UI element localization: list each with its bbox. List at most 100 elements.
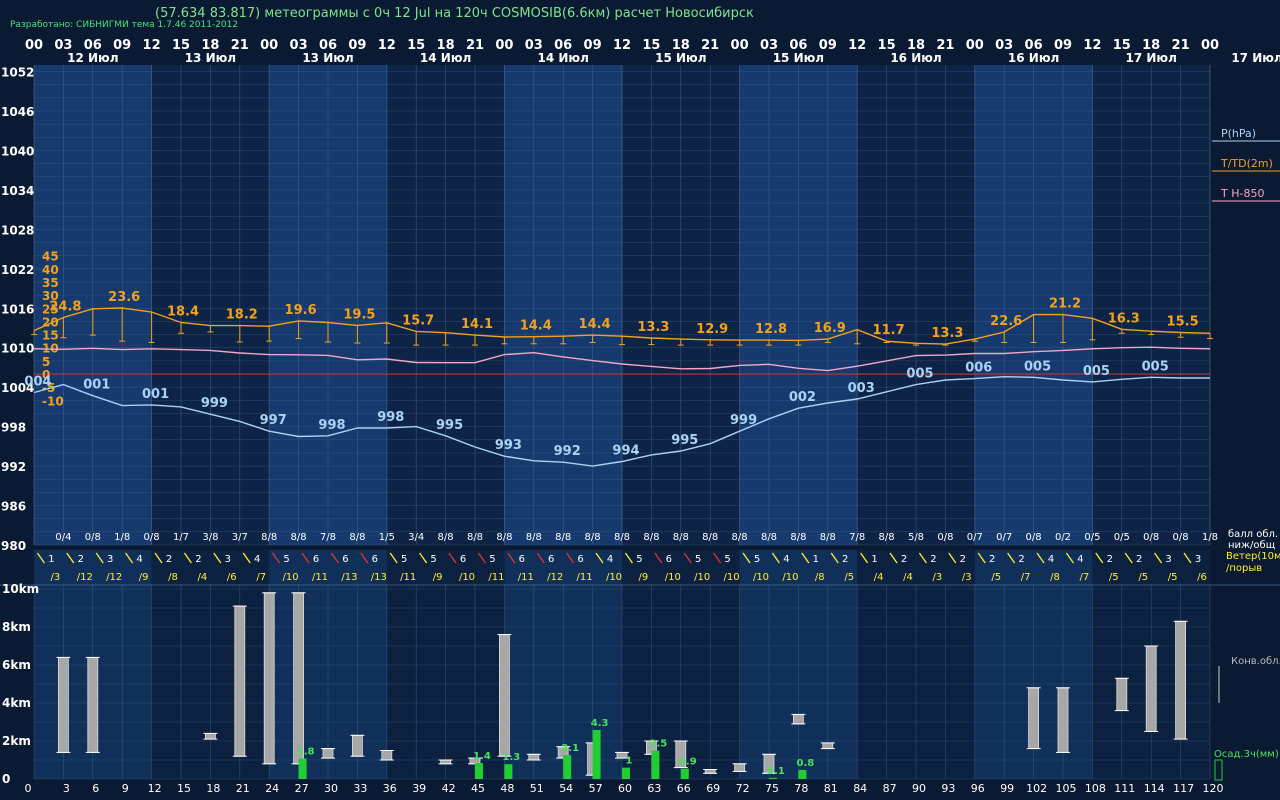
cloud-bar: [498, 634, 510, 757]
wind-gust-label: /13: [341, 572, 357, 583]
wind-gust-label: /10: [694, 572, 710, 583]
cloud-bar: [822, 742, 834, 750]
bottom-hour-tick-label: 15: [177, 782, 191, 795]
wind-speed-label: 1: [871, 554, 877, 565]
bottom-hour-tick-label: 90: [912, 782, 926, 795]
meteogram-chart: 00 03 06 09 12 15 18 21 00 03 06 09 12 15 18 21 00 03 06 09…: [0, 38, 1280, 795]
cloud-cover-label: 8/8: [349, 532, 365, 543]
bottom-hour-tick-label: 102: [1026, 782, 1047, 795]
bottom-hour-tick-label: 0: [25, 782, 32, 795]
wind-gust-label: /11: [518, 572, 534, 583]
cloud-bar: [351, 734, 363, 757]
cloud-bar: [1057, 687, 1069, 753]
pressure-value-label: 001: [142, 387, 169, 402]
wind-gust-label: /10: [283, 572, 299, 583]
wind-gust-label: /3: [962, 572, 972, 583]
wind-gust-label: /5: [1109, 572, 1119, 583]
cloud-cover-label: 8/8: [643, 532, 659, 543]
cloud-cover-label: 5/8: [908, 532, 924, 543]
cloud-cover-label: 8/8: [585, 532, 601, 543]
wind-speed-label: 2: [1018, 554, 1024, 565]
cloud-cover-label: 0/5: [1114, 532, 1130, 543]
bottom-hour-tick-label: 111: [1114, 782, 1135, 795]
wind-gust-label: /9: [433, 572, 443, 583]
wind-speed-label: 5: [724, 554, 730, 565]
pressure-value-label: 001: [83, 378, 110, 393]
wind-speed-label: 4: [254, 554, 260, 565]
pressure-tick-label: 1010: [1, 342, 34, 356]
temperature-tick-label: 5: [42, 355, 50, 369]
bottom-hour-tick-label: 9: [122, 782, 129, 795]
wind-gust-label: /11: [577, 572, 593, 583]
pressure-value-label: 994: [612, 443, 639, 458]
pressure-value-label: 005: [1142, 359, 1169, 374]
pressure-value-label: 999: [730, 413, 757, 428]
bottom-hour-tick-label: 99: [1000, 782, 1014, 795]
wind-gust-label: /5: [1168, 572, 1178, 583]
pressure-value-label: 006: [965, 361, 992, 376]
wind-gust-label: /12: [106, 572, 122, 583]
day-label: 14 Июл: [420, 51, 471, 65]
precip-value-label: 1.8: [297, 746, 315, 757]
pressure-value-label: 995: [671, 433, 698, 448]
cloud-cover-label: 1/7: [173, 532, 189, 543]
cloud-cover-label: 0/4: [55, 532, 71, 543]
cloud-cover-label: 8/8: [526, 532, 542, 543]
wind-speed-label: 6: [313, 554, 319, 565]
height-tick-label: 8km: [2, 620, 31, 634]
precip-bar: [798, 769, 807, 779]
bottom-hour-tick-label: 81: [824, 782, 838, 795]
height-tick-label: 10km: [2, 582, 39, 596]
cloud-cover-label: 8/8: [438, 532, 454, 543]
bottom-hour-tick-label: 42: [442, 782, 456, 795]
wind-gust-label: /10: [665, 572, 681, 583]
temperature-tick-label: 40: [42, 263, 59, 277]
cloud-bar: [734, 763, 745, 772]
bottom-hour-tick-label: 120: [1203, 782, 1224, 795]
cloud-bar: [1145, 645, 1157, 732]
legend-precip: Осад.3ч(мм): [1214, 749, 1279, 760]
cloud-cover-label: 0/8: [85, 532, 101, 543]
wind-speed-label: 3: [107, 554, 113, 565]
cloud-cover-label: 8/8: [555, 532, 571, 543]
legend-wind: Ветер(10м): [1226, 551, 1280, 562]
legend-convective-cloud: Конв.обл.: [1231, 656, 1280, 667]
cloud-bar: [704, 769, 716, 774]
bottom-hour-tick-label: 27: [295, 782, 309, 795]
day-label: 16 Июл: [1008, 51, 1059, 65]
temperature-value-label: 13.3: [637, 320, 669, 335]
wind-speed-label: 2: [989, 554, 995, 565]
wind-gust-label: /7: [1080, 572, 1090, 583]
cloud-cover-label: 1/5: [379, 532, 395, 543]
precip-bar: [622, 767, 630, 779]
legend-precip-box: [1214, 759, 1223, 781]
pressure-value-label: 999: [201, 396, 228, 411]
cloud-cover-label: 8/8: [732, 532, 748, 543]
cloud-cover-label: 8/8: [467, 532, 483, 543]
precip-value-label: 1.3: [503, 752, 521, 763]
wind-speed-label: 5: [489, 554, 495, 565]
wind-speed-label: 4: [607, 554, 613, 565]
wind-gust-label: /8: [168, 572, 178, 583]
wind-speed-label: 6: [460, 554, 466, 565]
precip-value-label: 2.1: [561, 743, 579, 754]
bottom-hour-tick-label: 12: [148, 782, 162, 795]
cloud-cover-label: 0/8: [1143, 532, 1159, 543]
temperature-value-label: 15.7: [402, 313, 434, 328]
wind-speed-label: 5: [283, 554, 289, 565]
wind-speed-label: 2: [166, 554, 172, 565]
pressure-tick-label: 1052: [1, 66, 34, 80]
temperature-value-label: 14.1: [461, 317, 493, 332]
temperature-tick-label: 15: [42, 329, 59, 343]
temperature-value-label: 14.4: [579, 317, 611, 332]
bottom-hour-tick-label: 69: [706, 782, 720, 795]
pressure-value-label: 004: [24, 374, 51, 389]
wind-gust-label: /3: [933, 572, 943, 583]
temperature-tick-label: 20: [42, 315, 59, 329]
wind-speed-label: 5: [430, 554, 436, 565]
day-label: 16 Июл: [890, 51, 941, 65]
precip-value-label: 2.5: [650, 739, 668, 750]
day-label: 15 Июл: [773, 51, 824, 65]
precip-value-label: 0.9: [679, 757, 697, 768]
wind-speed-label: 1: [813, 554, 819, 565]
